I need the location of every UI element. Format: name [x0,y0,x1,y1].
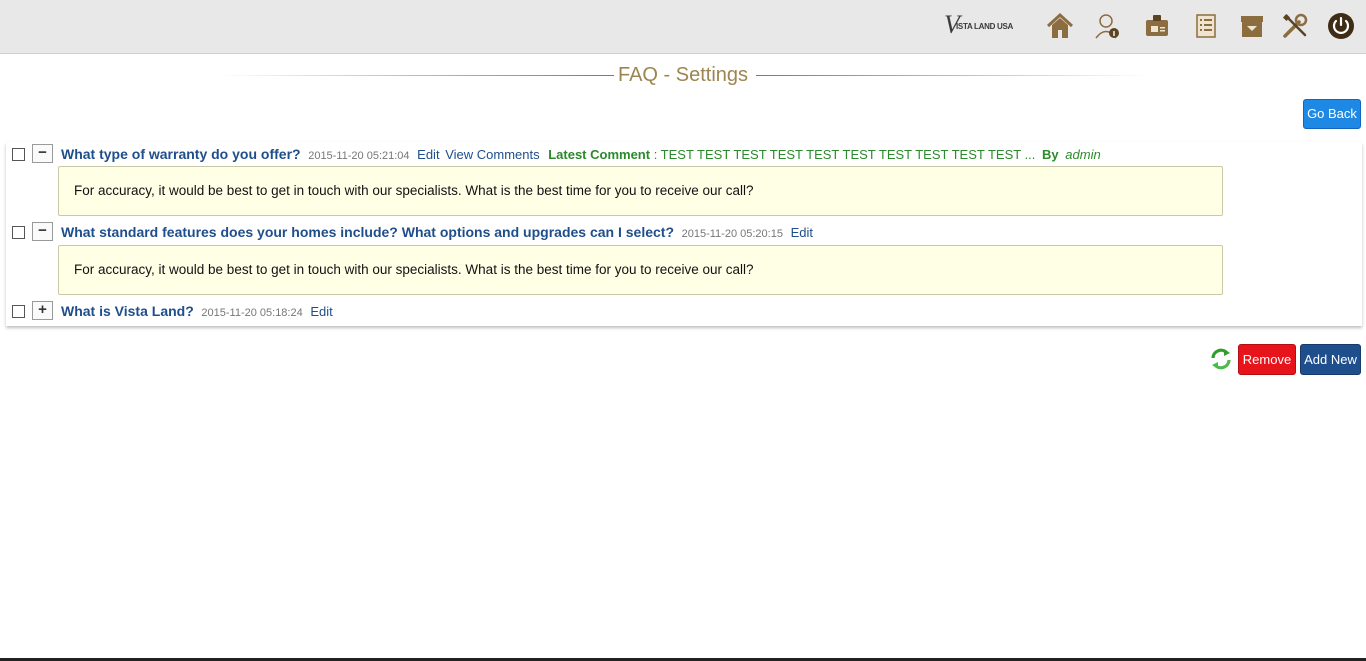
faq-question[interactable]: What standard features does your homes i… [61,224,674,240]
faq-row: − What standard features does your homes… [6,221,1362,243]
go-back-button[interactable]: Go Back [1303,99,1361,129]
faq-date: 2015-11-20 05:18:24 [201,307,303,319]
page-title-bar: FAQ - Settings [0,62,1366,88]
collapse-toggle[interactable]: − [32,222,53,241]
comment-by-label: By [1042,147,1059,162]
faq-question[interactable]: What is Vista Land? [61,303,194,319]
faq-answer: For accuracy, it would be best to get in… [58,166,1223,216]
faq-select-checkbox[interactable] [12,226,25,239]
user-info-icon[interactable] [1094,12,1122,40]
add-new-button[interactable]: Add New [1300,344,1361,375]
power-icon[interactable] [1327,12,1355,40]
faq-row: − What type of warranty do you offer? 20… [6,143,1362,165]
archive-icon[interactable] [1238,12,1266,40]
vista-land-logo[interactable]: V ISTA LAND USA [944,10,1026,40]
faq-select-checkbox[interactable] [12,148,25,161]
faq-select-checkbox[interactable] [12,305,25,318]
collapse-toggle[interactable]: − [32,144,53,163]
top-bar: V ISTA LAND USA [0,0,1366,54]
tools-icon[interactable] [1281,12,1309,40]
faq-list: − What type of warranty do you offer? 20… [6,142,1362,326]
logo-text: ISTA LAND USA [956,22,1013,31]
expand-toggle[interactable]: + [32,301,53,320]
edit-link[interactable]: Edit [417,147,439,162]
edit-link[interactable]: Edit [791,225,813,240]
id-card-icon[interactable] [1143,12,1171,40]
view-comments-link[interactable]: View Comments [445,147,539,162]
edit-link[interactable]: Edit [310,304,332,319]
faq-header: What type of warranty do you offer? 2015… [61,146,1101,164]
latest-comment-text: : TEST TEST TEST TEST TEST TEST TEST TES… [650,147,1036,162]
title-divider-right [756,75,1150,76]
latest-comment-label: Latest Comment [548,147,651,162]
faq-date: 2015-11-20 05:20:15 [681,228,783,240]
list-icon[interactable] [1192,12,1220,40]
faq-answer: For accuracy, it would be best to get in… [58,245,1223,295]
page-title: FAQ - Settings [617,64,749,86]
faq-header: What is Vista Land? 2015-11-20 05:18:24 … [61,303,333,321]
faq-question[interactable]: What type of warranty do you offer? [61,146,301,162]
comment-author: admin [1065,147,1101,162]
home-icon[interactable] [1046,12,1074,40]
faq-row: + What is Vista Land? 2015-11-20 05:18:2… [6,300,1362,322]
faq-date: 2015-11-20 05:21:04 [308,150,410,162]
remove-button[interactable]: Remove [1238,344,1296,375]
refresh-icon[interactable] [1209,347,1233,371]
faq-header: What standard features does your homes i… [61,224,813,242]
